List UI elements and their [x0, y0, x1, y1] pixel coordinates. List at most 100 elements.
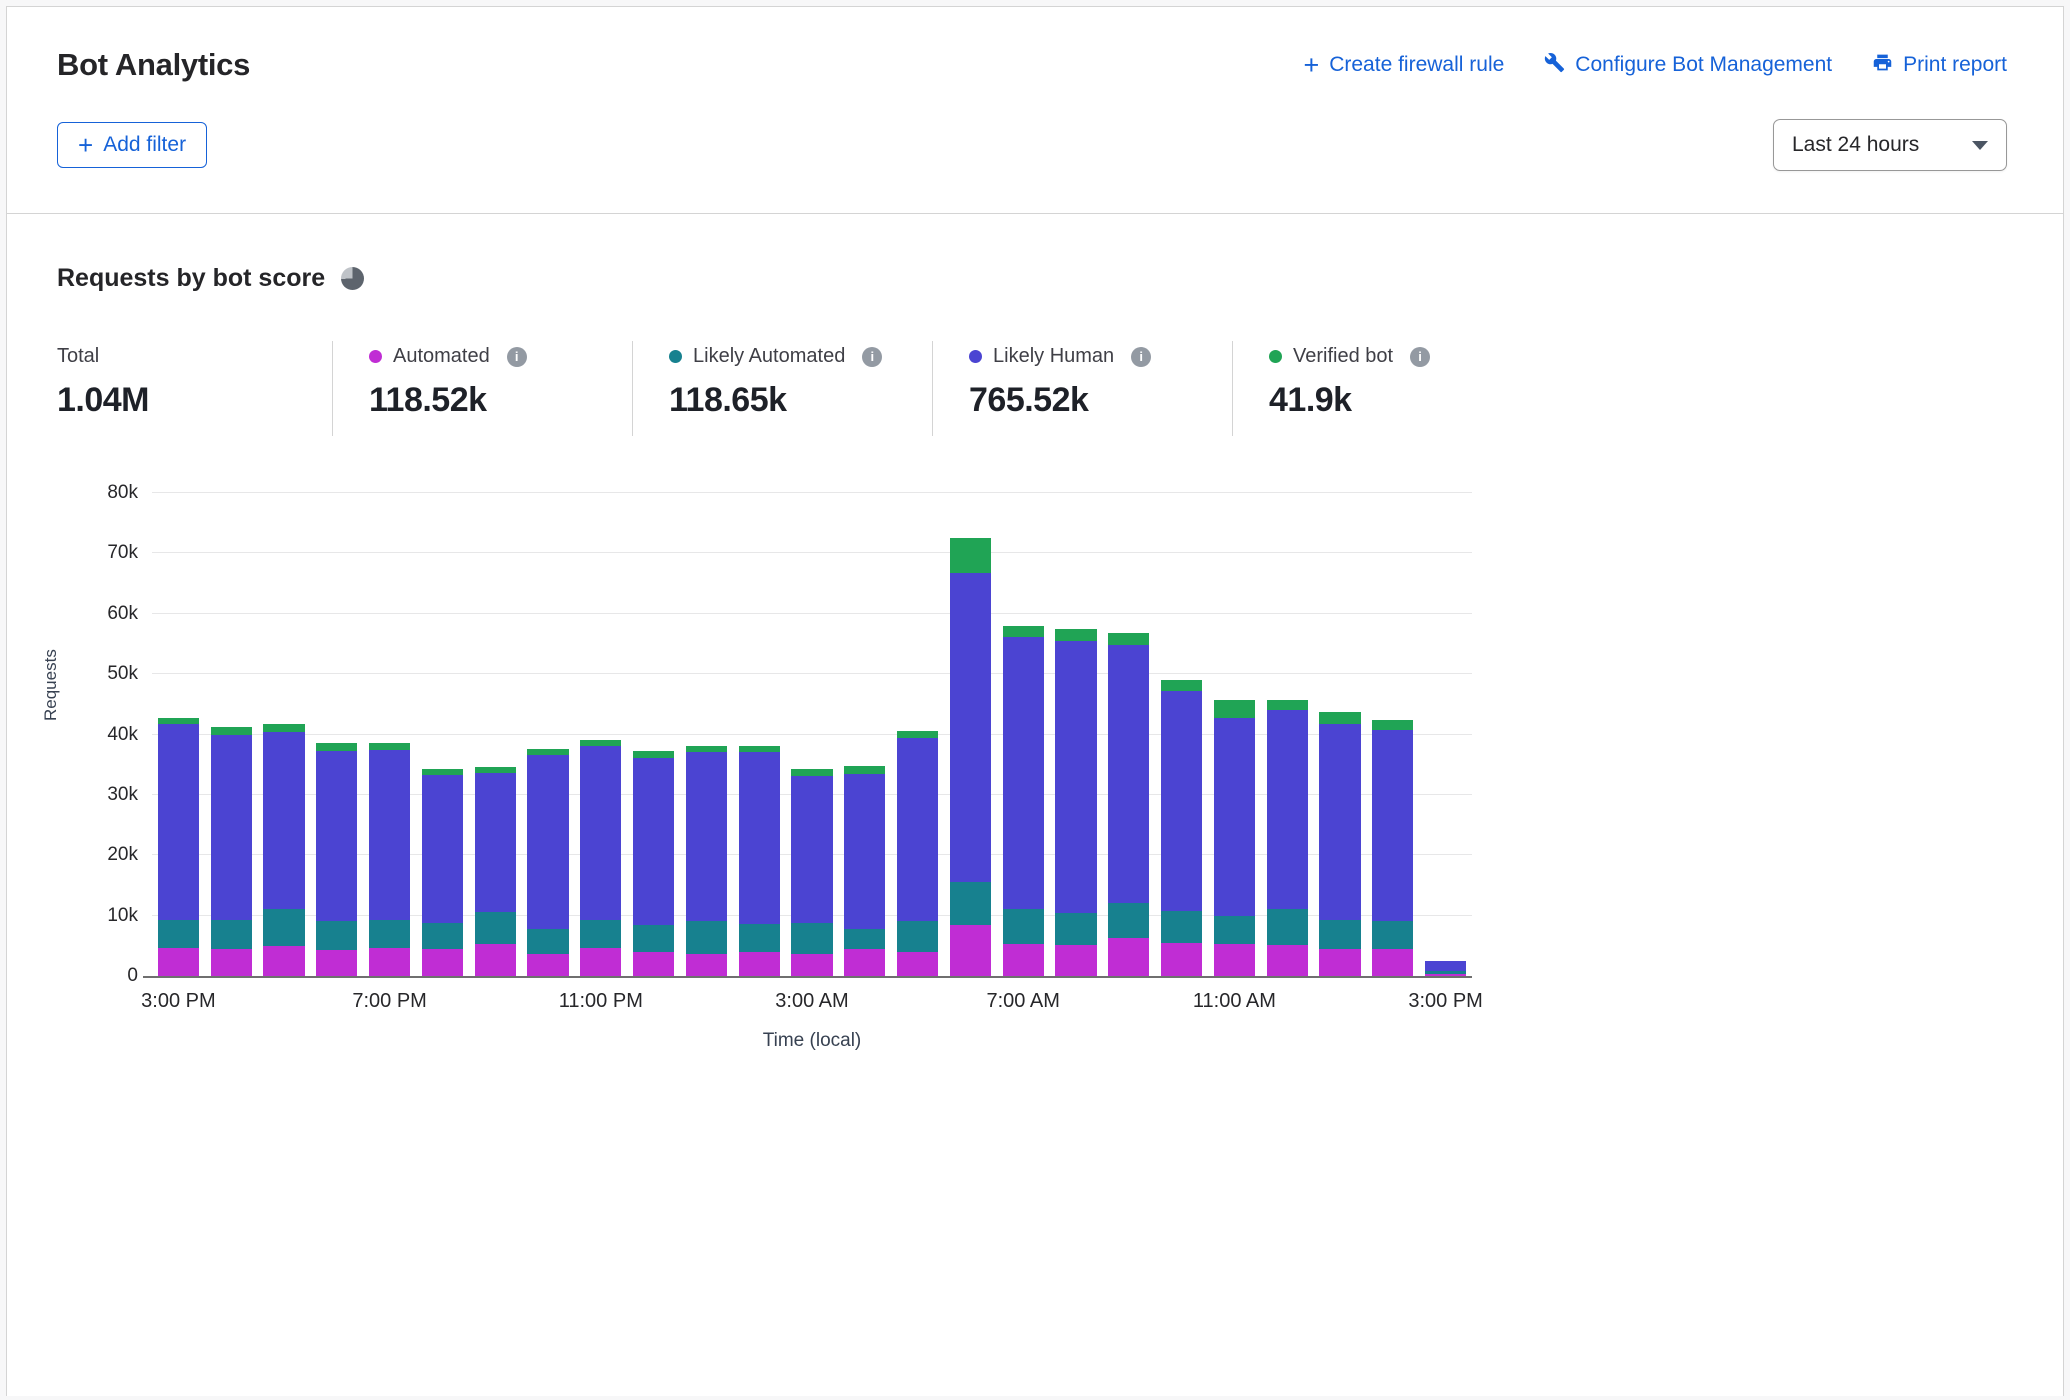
stacked-bar[interactable] [527, 749, 568, 976]
stacked-bar[interactable] [1372, 720, 1413, 976]
bar-slot[interactable] [1366, 493, 1419, 976]
info-icon[interactable]: i [1410, 347, 1430, 367]
stacked-bar[interactable] [844, 766, 885, 976]
bar-segment-likely-automated[interactable] [1372, 921, 1413, 948]
stacked-bar[interactable] [369, 743, 410, 976]
stacked-bar[interactable] [580, 740, 621, 976]
stacked-bar[interactable] [633, 751, 674, 976]
bar-segment-likely-automated[interactable] [422, 923, 463, 950]
bar-segment-likely-automated[interactable] [475, 912, 516, 944]
bar-segment-likely-human[interactable] [1003, 637, 1044, 910]
bar-segment-automated[interactable] [1108, 938, 1149, 976]
bar-segment-likely-automated[interactable] [1267, 909, 1308, 945]
bar-segment-automated[interactable] [791, 954, 832, 976]
bar-segment-likely-automated[interactable] [739, 924, 780, 952]
bar-segment-verified-bot[interactable] [1372, 720, 1413, 731]
stat-likely-automated[interactable]: Likely Automated i 118.65k [632, 341, 932, 436]
bar-segment-likely-human[interactable] [422, 775, 463, 923]
add-filter-button[interactable]: + Add filter [57, 122, 207, 168]
bar-segment-likely-automated[interactable] [1108, 903, 1149, 939]
stacked-bar[interactable] [158, 718, 199, 976]
bar-segment-likely-human[interactable] [1108, 645, 1149, 903]
print-report-link[interactable]: Print report [1872, 52, 2007, 79]
bar-segment-verified-bot[interactable] [1108, 633, 1149, 645]
bar-segment-likely-human[interactable] [897, 738, 938, 922]
bar-segment-likely-automated[interactable] [527, 929, 568, 954]
bar-slot[interactable] [416, 493, 469, 976]
bar-segment-verified-bot[interactable] [263, 724, 304, 732]
bar-slot[interactable] [469, 493, 522, 976]
bar-segment-automated[interactable] [1214, 944, 1255, 976]
bar-segment-likely-human[interactable] [844, 774, 885, 930]
bar-segment-likely-human[interactable] [791, 776, 832, 923]
bar-segment-automated[interactable] [1055, 945, 1096, 976]
bar-segment-automated[interactable] [844, 949, 885, 976]
bar-slot[interactable] [1208, 493, 1261, 976]
bar-segment-verified-bot[interactable] [316, 743, 357, 751]
bar-slot[interactable] [786, 493, 839, 976]
bar-segment-automated[interactable] [1161, 943, 1202, 976]
bar-segment-automated[interactable] [950, 925, 991, 976]
bar-segment-verified-bot[interactable] [791, 769, 832, 776]
bar-slot[interactable] [310, 493, 363, 976]
stat-automated[interactable]: Automated i 118.52k [332, 341, 632, 436]
bar-segment-likely-human[interactable] [686, 752, 727, 921]
bar-slot[interactable] [944, 493, 997, 976]
bar-segment-likely-human[interactable] [633, 758, 674, 925]
stacked-bar[interactable] [1267, 700, 1308, 976]
stacked-bar[interactable] [211, 727, 252, 976]
bar-segment-automated[interactable] [580, 948, 621, 976]
bar-segment-likely-automated[interactable] [1214, 916, 1255, 944]
bar-slot[interactable] [1155, 493, 1208, 976]
bar-segment-automated[interactable] [527, 954, 568, 976]
bar-segment-automated[interactable] [1425, 974, 1466, 976]
bar-slot[interactable] [363, 493, 416, 976]
bar-segment-verified-bot[interactable] [844, 766, 885, 773]
bar-slot[interactable] [627, 493, 680, 976]
stacked-bar[interactable] [1214, 700, 1255, 976]
bar-segment-likely-human[interactable] [580, 746, 621, 920]
bar-segment-verified-bot[interactable] [633, 751, 674, 758]
bar-slot[interactable] [838, 493, 891, 976]
bar-segment-verified-bot[interactable] [686, 746, 727, 753]
bar-segment-likely-human[interactable] [527, 755, 568, 929]
bar-segment-likely-human[interactable] [369, 750, 410, 920]
bar-segment-likely-human[interactable] [263, 732, 304, 909]
bar-segment-likely-human[interactable] [1055, 641, 1096, 913]
bar-slot[interactable] [1102, 493, 1155, 976]
configure-bot-management-link[interactable]: Configure Bot Management [1544, 52, 1832, 79]
bar-slot[interactable] [522, 493, 575, 976]
bar-segment-automated[interactable] [1003, 944, 1044, 976]
bar-segment-likely-human[interactable] [1161, 691, 1202, 910]
bar-segment-likely-automated[interactable] [844, 929, 885, 948]
bar-segment-verified-bot[interactable] [950, 538, 991, 573]
stacked-bar[interactable] [739, 746, 780, 976]
bar-segment-likely-automated[interactable] [211, 920, 252, 949]
stacked-bar[interactable] [686, 746, 727, 976]
bar-segment-likely-automated[interactable] [369, 920, 410, 948]
stacked-bar[interactable] [1425, 961, 1466, 976]
bar-slot[interactable] [205, 493, 258, 976]
stacked-bar[interactable] [1108, 633, 1149, 976]
bar-segment-verified-bot[interactable] [1319, 712, 1360, 724]
bar-segment-likely-human[interactable] [1267, 710, 1308, 909]
bar-segment-likely-automated[interactable] [1161, 911, 1202, 943]
stacked-bar[interactable] [1161, 680, 1202, 976]
bar-slot[interactable] [733, 493, 786, 976]
bar-segment-verified-bot[interactable] [1161, 680, 1202, 692]
bar-segment-likely-automated[interactable] [791, 923, 832, 953]
bar-slot[interactable] [258, 493, 311, 976]
bar-segment-automated[interactable] [369, 948, 410, 976]
bar-segment-likely-human[interactable] [1372, 730, 1413, 921]
bar-segment-verified-bot[interactable] [1267, 700, 1308, 711]
bar-slot[interactable] [1261, 493, 1314, 976]
bar-slot[interactable] [1050, 493, 1103, 976]
bar-segment-likely-automated[interactable] [580, 920, 621, 948]
bar-segment-likely-human[interactable] [1214, 718, 1255, 916]
stacked-bar[interactable] [791, 769, 832, 976]
bar-segment-automated[interactable] [475, 944, 516, 976]
stacked-bar[interactable] [1003, 626, 1044, 976]
bar-segment-likely-automated[interactable] [1319, 920, 1360, 949]
bar-segment-likely-automated[interactable] [263, 909, 304, 945]
stacked-bar[interactable] [316, 743, 357, 976]
